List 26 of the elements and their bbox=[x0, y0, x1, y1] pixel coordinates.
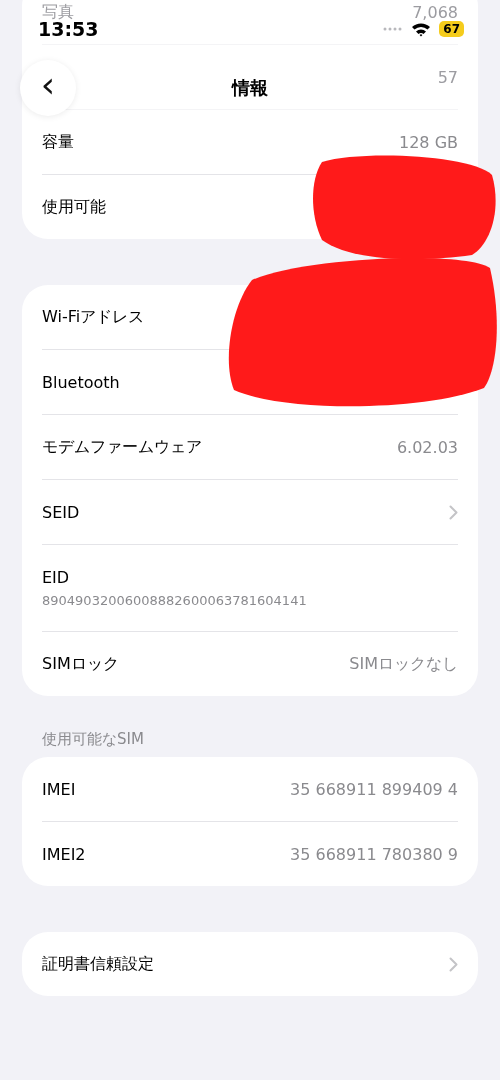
row-value: 128 GB bbox=[399, 132, 458, 152]
row-label: 容量 bbox=[42, 131, 74, 153]
row-value: 7,068 bbox=[412, 2, 458, 22]
row-value: 89049032006008882600063781604141 bbox=[42, 593, 307, 608]
row-label: モデムファームウェア bbox=[42, 436, 202, 458]
row-label: SEID bbox=[42, 502, 80, 522]
page-title: 情報 bbox=[232, 76, 268, 100]
row-label: EID bbox=[42, 568, 71, 587]
chevron-icon[interactable] bbox=[449, 504, 458, 520]
signal-icon bbox=[383, 27, 404, 31]
row-value: 6.02.03 bbox=[396, 437, 458, 457]
row-value: 35 668911 780380 9 bbox=[290, 844, 458, 864]
row-label: 使用可能 bbox=[42, 196, 106, 218]
row-label: 証明書信頼設定 bbox=[42, 953, 154, 975]
row-label: Wi-Fiアドレス bbox=[42, 306, 145, 328]
battery-indicator: 67 bbox=[439, 21, 464, 37]
row-value: 35 668911 899409 4 bbox=[290, 779, 458, 799]
row-label: IMEI bbox=[42, 779, 76, 799]
row-value: 57 bbox=[437, 67, 458, 87]
row-value: SIMロックなし bbox=[349, 653, 458, 675]
row-label: IMEI2 bbox=[42, 844, 86, 864]
chevron-icon[interactable] bbox=[449, 956, 458, 972]
wifi-icon bbox=[411, 21, 432, 37]
row-label: SIMロック bbox=[42, 653, 119, 675]
section-header: 使用可能なSIM bbox=[41, 729, 145, 750]
row-label: Bluetooth bbox=[42, 372, 120, 392]
